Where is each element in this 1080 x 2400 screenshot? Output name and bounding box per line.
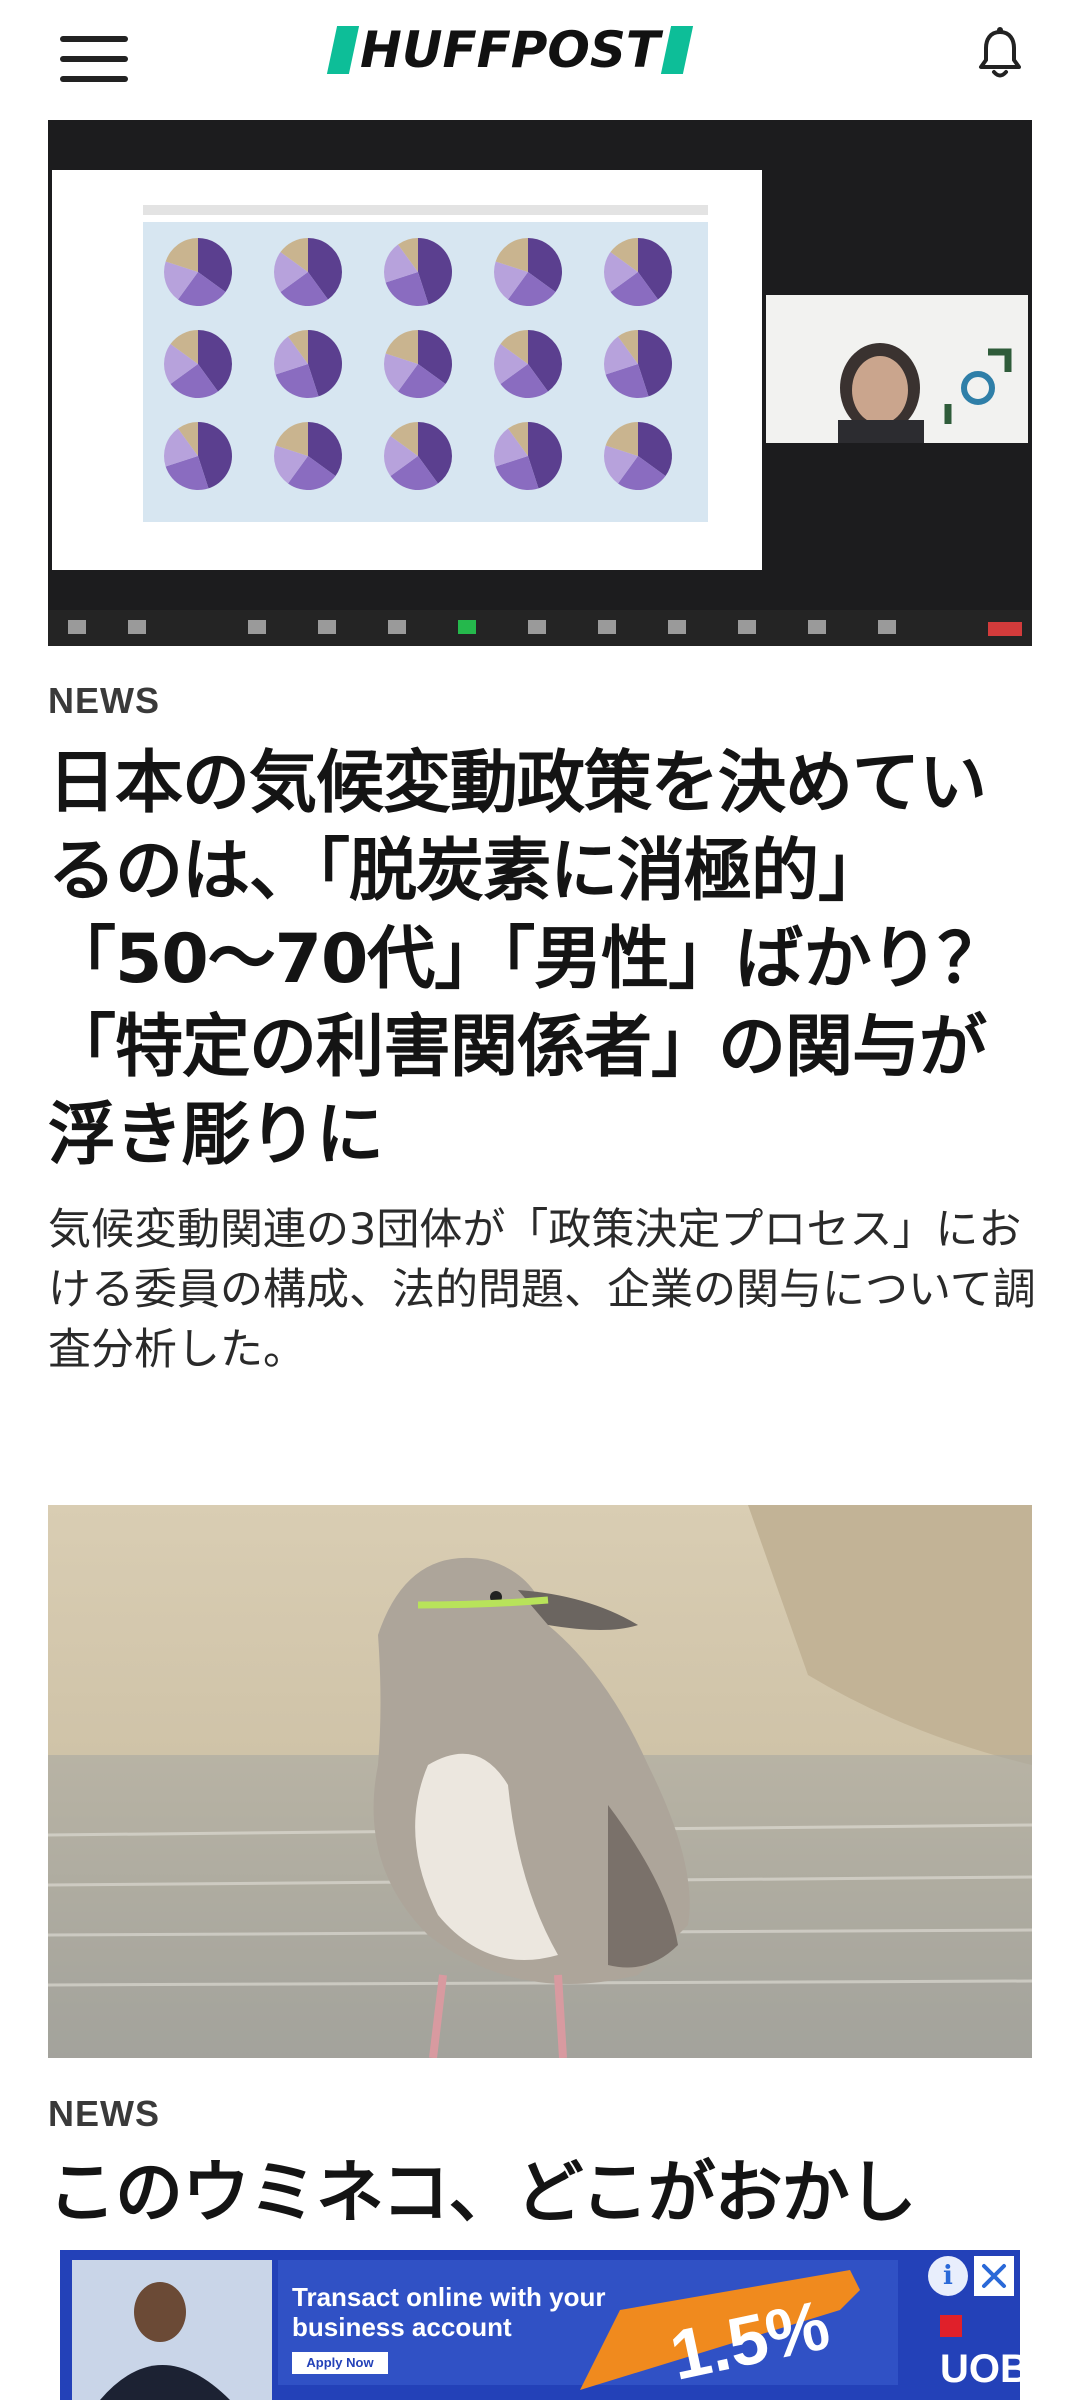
section-label[interactable]: NEWS <box>48 2093 160 2135</box>
brand-logo[interactable]: HUFFPOST <box>326 21 694 79</box>
video-call-screenshot <box>48 120 1032 646</box>
brand-logo-text: HUFFPOST <box>360 21 661 79</box>
article-summary: 気候変動関連の3団体が「政策決定プロセス」における委員の構成、法的問題、企業の関… <box>48 1205 1036 1375</box>
hamburger-menu-icon[interactable] <box>60 36 130 82</box>
top-bar: HUFFPOST <box>0 0 1080 110</box>
section-label[interactable]: NEWS <box>48 680 160 722</box>
uob-logo-icon <box>940 2315 962 2338</box>
article-image[interactable] <box>48 1505 1032 2058</box>
article-image[interactable] <box>48 120 1032 646</box>
ad-banner[interactable]: Transact online with your business accou… <box>60 2250 1020 2400</box>
ad-brand: UOB <box>940 2302 1020 2392</box>
bell-icon[interactable] <box>976 26 1024 82</box>
article-headline[interactable]: このウミネコ、どこがおかし <box>48 2150 1038 2245</box>
ad-headline: Transact online with your business accou… <box>292 2282 606 2342</box>
info-icon[interactable]: i <box>928 2256 968 2296</box>
article-headline[interactable]: 日本の気候変動政策を決めているのは、「脱炭素に消極的」「50〜70代」「男性」ば… <box>48 740 1038 1180</box>
ad-apply-button[interactable]: Apply Now <box>292 2352 388 2374</box>
ad-brand-name: UOB <box>940 2347 1020 2391</box>
close-icon[interactable] <box>974 2256 1014 2296</box>
seagull-photo <box>48 1505 1032 2058</box>
